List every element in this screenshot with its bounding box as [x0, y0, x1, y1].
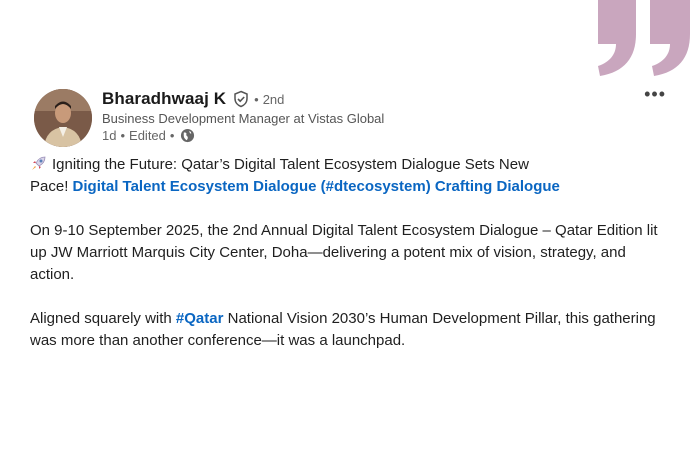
avatar-photo-icon — [34, 89, 92, 147]
author-info: Bharadhwaaj K • 2nd Business Development… — [102, 88, 384, 143]
post-title-paragraph: Igniting the Future: Qatar’s Digital Tal… — [30, 154, 670, 198]
post-title-prefix: Pace! — [30, 178, 73, 195]
post-meta: 1d • Edited • — [102, 128, 384, 143]
rocket-icon — [32, 156, 46, 170]
post-paragraph-event: On 9-10 September 2025, the 2nd Annual D… — [30, 222, 658, 283]
verified-shield-icon — [234, 90, 248, 108]
more-options-button[interactable]: ••• — [644, 84, 666, 105]
post-paragraph-vision: Aligned squarely with #Qatar National Vi… — [30, 308, 670, 352]
connection-degree: 2nd — [262, 91, 285, 107]
event-page-link[interactable]: Digital Talent Ecosystem Dialogue (#dtec… — [73, 178, 560, 195]
paragraph-text: Aligned squarely with — [30, 310, 176, 327]
separator-dot: • — [169, 128, 175, 143]
edited-label: Edited — [129, 128, 166, 143]
post-title-line: Igniting the Future: Qatar’s Digital Tal… — [52, 156, 529, 173]
separator-dot: • — [254, 91, 259, 107]
post-header: Bharadhwaaj K • 2nd Business Development… — [30, 84, 670, 150]
quotation-mark-icon — [598, 0, 690, 76]
feed-post: Bharadhwaaj K • 2nd Business Development… — [30, 84, 670, 374]
globe-icon — [181, 128, 195, 143]
author-name[interactable]: Bharadhwaaj K — [102, 89, 226, 109]
separator-dot: • — [120, 128, 126, 143]
hashtag-qatar-link[interactable]: #Qatar — [176, 310, 224, 327]
author-headline: Business Development Manager at Vistas G… — [102, 111, 385, 126]
post-body: Igniting the Future: Qatar’s Digital Tal… — [30, 154, 670, 352]
post-time: 1d — [102, 128, 117, 143]
avatar[interactable] — [34, 89, 92, 147]
